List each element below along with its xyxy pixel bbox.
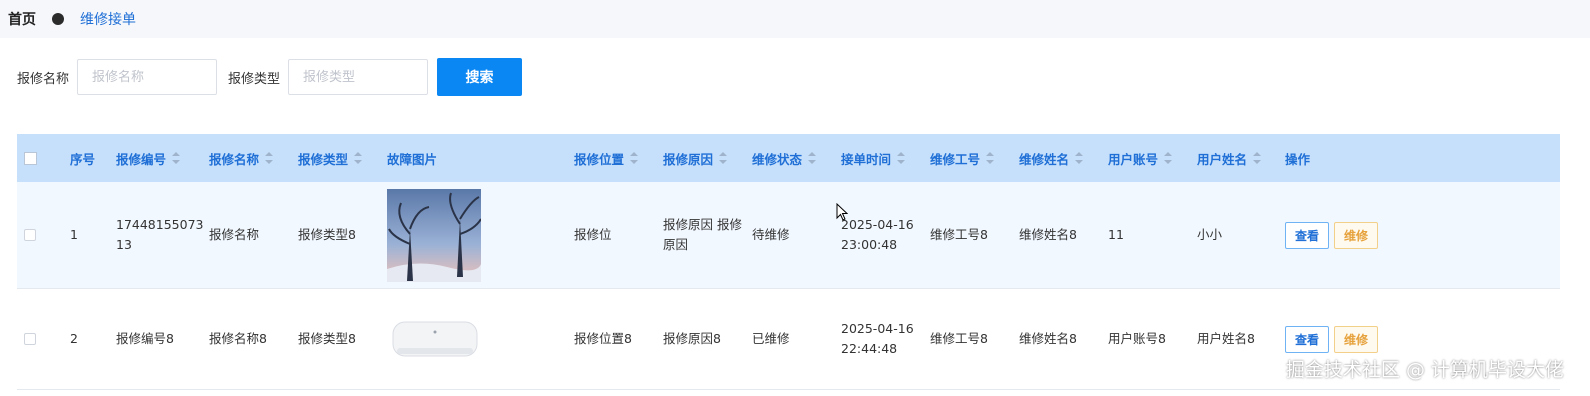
select-all-checkbox[interactable] [24,151,37,165]
row-worker-name: 维修姓名8 [1019,227,1077,242]
tree-sunset-photo [387,188,481,282]
sort-icon[interactable] [630,152,639,164]
breadcrumb: 首页 维修接单 [0,0,1590,38]
search-button[interactable]: 搜索 [437,58,523,96]
repair-type-label: 报修类型 [228,71,281,87]
header-index: 序号 [70,151,96,167]
header-worker-no[interactable]: 维修工号 [930,134,995,182]
header-location[interactable]: 报修位置 [574,134,639,182]
breadcrumb-separator-icon [52,13,64,25]
sort-icon[interactable] [172,152,181,164]
repair-table: 序号 报修编号 报修名称 报修类型 故障图片 报修位置 报修原因 维修状态 接单… [17,134,1560,390]
repair-name-input[interactable] [77,59,218,95]
row-worker-no: 维修工号8 [930,331,988,346]
header-code[interactable]: 报修编号 [116,134,181,182]
repair-button[interactable]: 维修 [1334,325,1379,353]
row-checkbox[interactable] [24,333,36,345]
row-actions: 查看 维修 [1285,182,1379,288]
row-code: 报修编号8 [116,331,174,346]
row-type: 报修类型8 [298,331,356,346]
row-accept-time: 2025-04-16 23:00:48 [841,217,914,252]
table-header: 序号 报修编号 报修名称 报修类型 故障图片 报修位置 报修原因 维修状态 接单… [17,134,1560,182]
search-form: 报修名称 报修类型 搜索 [17,58,523,96]
table-row: 1 1744815507313 报修名称 报修类型8 报修位 报修原因 报修原因… [17,182,1560,289]
header-worker-name[interactable]: 维修姓名 [1019,134,1084,182]
watermark: 掘金技术社区 @ 计算机毕设大佬 [1285,359,1564,381]
row-user-name: 小小 [1197,227,1223,242]
header-actions: 操作 [1285,151,1311,167]
sort-icon[interactable] [897,152,906,164]
fault-image[interactable] [387,289,481,389]
header-reason[interactable]: 报修原因 [663,134,728,182]
sort-icon[interactable] [1075,152,1084,164]
fault-image[interactable] [387,182,481,288]
header-type[interactable]: 报修类型 [298,134,363,182]
row-reason: 报修原因 报修原因 [663,217,742,252]
header-accept-time[interactable]: 接单时间 [841,134,906,182]
repair-button[interactable]: 维修 [1334,221,1379,249]
sort-icon[interactable] [354,152,363,164]
sort-icon[interactable] [808,152,817,164]
row-location: 报修位置8 [574,331,632,346]
row-code: 1744815507313 [116,217,204,252]
sort-icon[interactable] [719,152,728,164]
breadcrumb-home[interactable]: 首页 [8,9,36,29]
sort-icon[interactable] [265,152,274,164]
row-status: 已维修 [752,331,790,346]
breadcrumb-current[interactable]: 维修接单 [80,9,136,29]
row-status: 待维修 [752,227,790,242]
repair-name-label: 报修名称 [17,71,70,87]
row-user-account: 用户账号8 [1108,331,1166,346]
header-image: 故障图片 [387,151,438,167]
row-name: 报修名称 [209,227,260,242]
row-reason: 报修原因8 [663,331,721,346]
sort-icon[interactable] [1253,152,1262,164]
water-heater-photo [387,308,481,370]
row-user-name: 用户姓名8 [1197,331,1255,346]
row-index: 2 [70,331,78,346]
row-name: 报修名称8 [209,331,267,346]
header-user-account[interactable]: 用户账号 [1108,134,1173,182]
row-user-account: 11 [1108,227,1124,242]
sort-icon[interactable] [1164,152,1173,164]
row-index: 1 [70,227,78,242]
row-location: 报修位 [574,227,612,242]
row-checkbox[interactable] [24,229,36,241]
sort-icon[interactable] [986,152,995,164]
view-button[interactable]: 查看 [1285,221,1330,249]
row-worker-name: 维修姓名8 [1019,331,1077,346]
mouse-cursor-icon [836,203,848,221]
row-accept-time: 2025-04-16 22:44:48 [841,321,914,356]
header-name[interactable]: 报修名称 [209,134,274,182]
header-status[interactable]: 维修状态 [752,134,817,182]
header-user-name[interactable]: 用户姓名 [1197,134,1262,182]
repair-type-input[interactable] [288,59,429,95]
row-worker-no: 维修工号8 [930,227,988,242]
row-type: 报修类型8 [298,227,356,242]
view-button[interactable]: 查看 [1285,325,1330,353]
